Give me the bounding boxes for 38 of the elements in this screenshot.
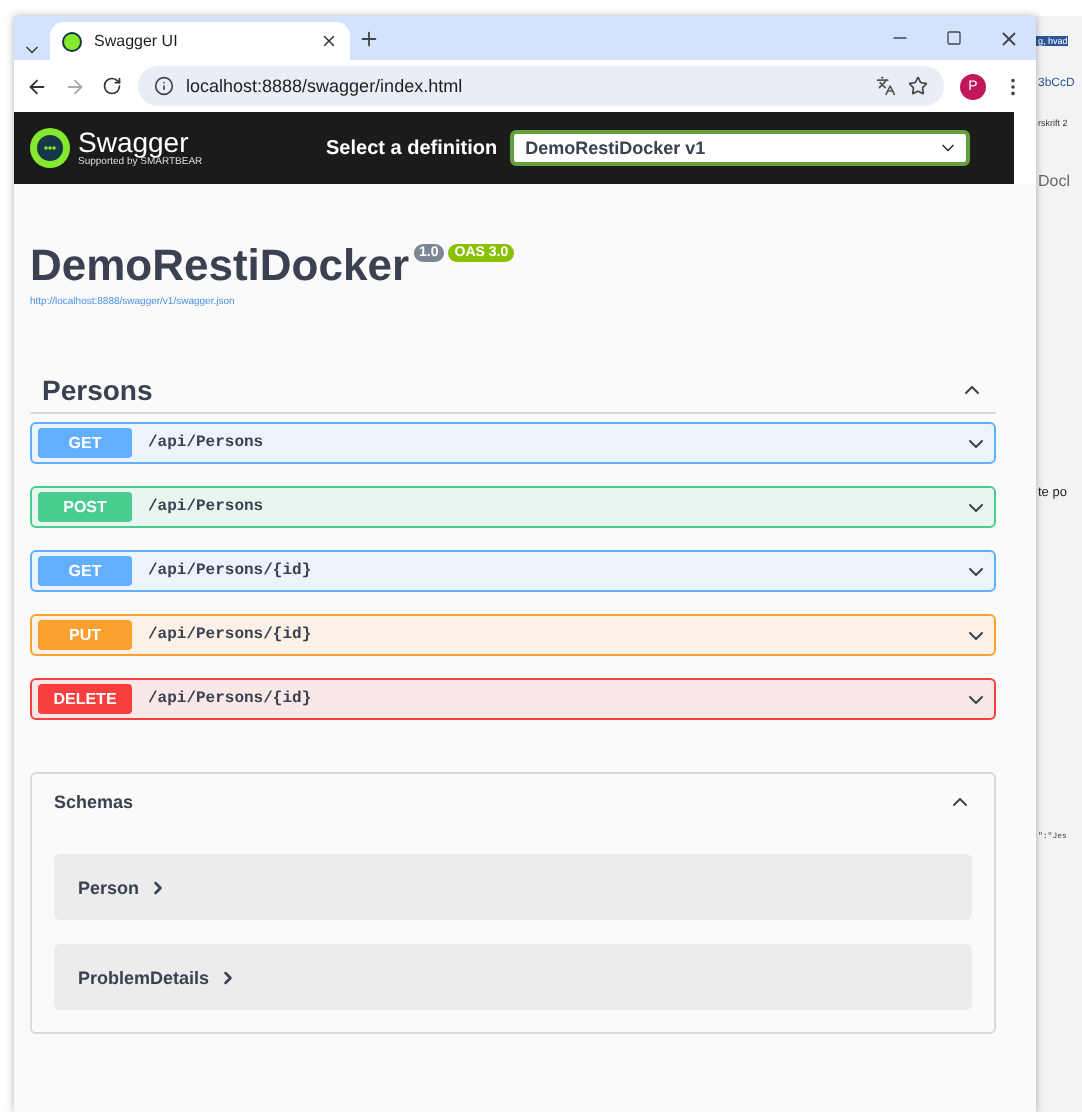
close-icon[interactable] [998,27,1020,49]
star-icon[interactable] [908,76,928,96]
address-bar[interactable]: localhost:8888/swagger/index.html [138,66,944,106]
maximize-icon[interactable] [946,30,962,46]
translate-icon[interactable] [876,76,896,96]
operation-path: /api/Persons [148,434,266,452]
back-icon[interactable] [26,75,48,97]
reload-icon[interactable] [102,76,122,96]
operation-row[interactable]: PUT /api/Persons/{id} [30,614,996,656]
definition-select[interactable]: DemoRestiDocker v1 [509,130,970,166]
method-badge: PUT [38,620,132,650]
close-icon[interactable] [320,32,338,50]
logo-icon [30,128,70,168]
schema-model[interactable]: ProblemDetails [54,944,972,1010]
operation-path: /api/Persons/{id} [148,626,314,644]
method-badge: GET [38,428,132,458]
document-text: Docl [1036,171,1071,189]
method-badge: POST [38,492,132,522]
method-badge: GET [38,556,132,586]
browser-tab[interactable]: Swagger UI [50,22,350,60]
api-title: DemoRestiDocker [30,240,410,292]
operation-row[interactable]: DELETE /api/Persons/{id} [30,678,996,720]
operation-path: /api/Persons/{id} [148,690,314,708]
tag-header[interactable]: Persons [30,368,996,414]
logo-text: Swagger [78,128,189,156]
operation-row[interactable]: GET /api/Persons/{id} [30,550,996,592]
tag-title: Persons [42,374,153,406]
schemas-title: Schemas [54,792,134,812]
method-badge: DELETE [38,684,132,714]
info-icon[interactable] [154,76,174,96]
schema-model[interactable]: Person [54,854,972,920]
new-tab-icon[interactable] [358,27,380,49]
definition-label: Select a definition [326,137,498,159]
operation-row[interactable]: GET /api/Persons [30,422,996,464]
favicon-icon [62,31,82,51]
operation-row[interactable]: POST /api/Persons [30,486,996,528]
operation-path: /api/Persons [148,498,266,516]
operation-path: /api/Persons/{id} [148,562,314,580]
